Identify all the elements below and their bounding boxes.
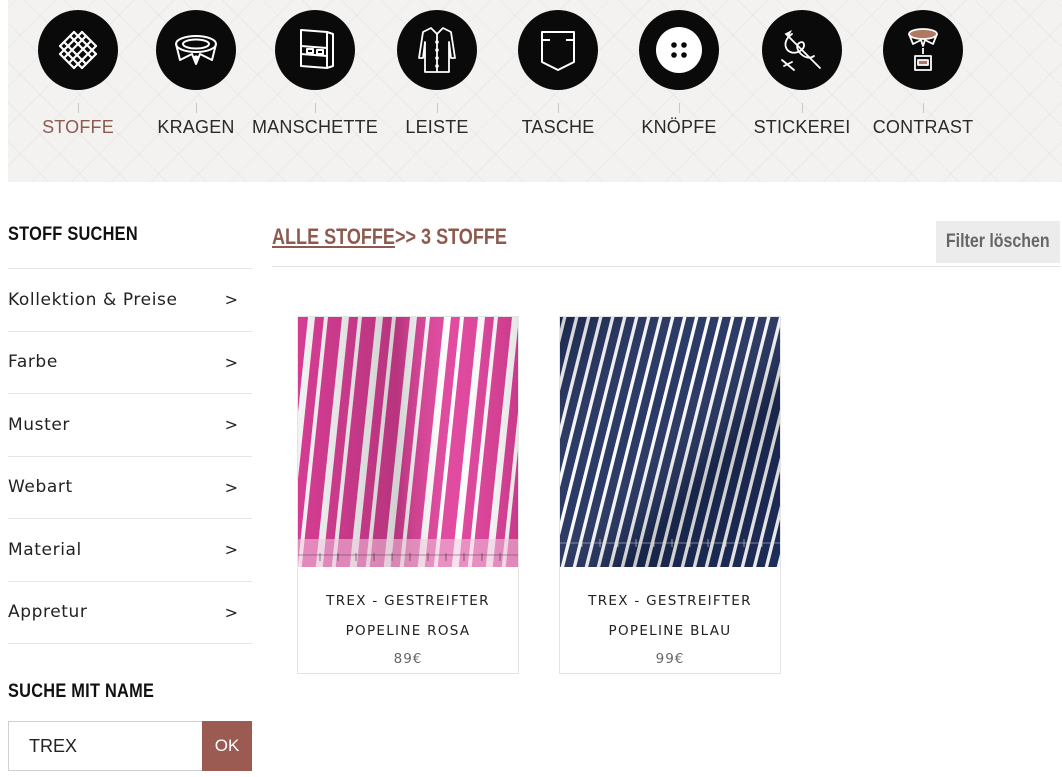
fabric-weave-icon: [38, 10, 118, 90]
step-leiste[interactable]: LEISTE: [367, 0, 507, 150]
needle-embroidery-icon: [762, 10, 842, 90]
filter-label: Muster: [8, 414, 71, 435]
filter-material[interactable]: Material >: [8, 519, 252, 582]
fabric-swatch-image: [560, 317, 780, 567]
step-label: MANSCHETTE: [251, 117, 378, 137]
filter-label: Kollektion & Preise: [8, 289, 178, 310]
step-contrast[interactable]: CONTRAST: [853, 0, 993, 150]
customization-steps-bar: STOFFE KRAGEN MANSCHETTE LEISTE TASCHE K…: [8, 0, 1062, 182]
shirt-placket-icon: [397, 10, 477, 90]
step-label: LEISTE: [405, 117, 469, 137]
search-ok-button[interactable]: OK: [202, 721, 252, 771]
step-label: TASCHE: [521, 117, 595, 137]
step-label: KNÖPFE: [641, 117, 717, 137]
filter-label: Farbe: [8, 352, 58, 373]
step-divider-tick: [78, 103, 79, 113]
collar-icon: [156, 10, 236, 90]
step-divider-tick: [558, 103, 559, 113]
fabric-swatch-image: [298, 317, 518, 567]
results-header: ALLE STOFFE>> 3 STOFFE Filter löschen: [272, 220, 1060, 267]
filter-collection-price[interactable]: Kollektion & Preise >: [8, 269, 252, 332]
product-card[interactable]: TREX - GESTREIFTER POPELINE ROSA 89€: [297, 316, 519, 674]
step-stickerei[interactable]: STICKEREI: [732, 0, 872, 150]
chevron-right-icon: >: [224, 540, 238, 560]
step-divider-tick: [923, 103, 924, 113]
chevron-right-icon: >: [224, 477, 238, 497]
clear-filter-label: Filter löschen: [946, 231, 1050, 252]
name-search-form: OK: [8, 721, 252, 771]
step-knoepfe[interactable]: KNÖPFE: [609, 0, 749, 150]
step-divider-tick: [437, 103, 438, 113]
chevron-right-icon: >: [224, 290, 238, 310]
product-name-line2: POPELINE ROSA: [345, 623, 471, 639]
filter-label: Webart: [8, 477, 73, 498]
filter-sidebar: STOFF SUCHEN Kollektion & Preise > Farbe…: [8, 220, 252, 644]
product-card[interactable]: TREX - GESTREIFTER POPELINE BLAU 99€: [559, 316, 781, 674]
sidebar-title: STOFF SUCHEN: [8, 224, 138, 245]
breadcrumb-all-fabrics-link[interactable]: ALLE STOFFE: [272, 224, 395, 249]
chevron-right-icon: >: [224, 602, 238, 622]
search-by-name-title: SUCHE MIT NAME: [8, 681, 155, 702]
step-manschette[interactable]: MANSCHETTE: [245, 0, 385, 150]
product-name: TREX - GESTREIFTER POPELINE BLAU: [560, 586, 780, 646]
chevron-right-icon: >: [224, 352, 238, 372]
pocket-icon: [518, 10, 598, 90]
filter-color[interactable]: Farbe >: [8, 332, 252, 394]
product-name-line1: TREX - GESTREIFTER: [326, 593, 490, 609]
filter-weave[interactable]: Webart >: [8, 457, 252, 519]
filter-pattern[interactable]: Muster >: [8, 394, 252, 457]
step-label: CONTRAST: [872, 117, 974, 137]
cuff-icon: [275, 10, 355, 90]
filter-finish[interactable]: Appretur >: [8, 582, 252, 644]
product-name: TREX - GESTREIFTER POPELINE ROSA: [298, 586, 518, 646]
product-name-line1: TREX - GESTREIFTER: [588, 593, 752, 609]
product-price: 89€: [393, 651, 423, 667]
step-divider-tick: [802, 103, 803, 113]
step-divider-tick: [315, 103, 316, 113]
chevron-right-icon: >: [224, 415, 238, 435]
breadcrumb-count: >> 3 STOFFE: [394, 224, 507, 249]
contrast-collar-icon: [883, 10, 963, 90]
filter-label: Material: [8, 539, 82, 560]
step-divider-tick: [196, 103, 197, 113]
product-price: 99€: [655, 651, 685, 667]
breadcrumb: ALLE STOFFE>> 3 STOFFE: [272, 224, 507, 250]
step-tasche[interactable]: TASCHE: [488, 0, 628, 150]
filter-list: Kollektion & Preise > Farbe > Muster > W…: [8, 268, 252, 644]
name-search-input[interactable]: [8, 721, 202, 771]
product-name-line2: POPELINE BLAU: [608, 623, 732, 639]
step-divider-tick: [679, 103, 680, 113]
filter-label: Appretur: [8, 602, 88, 623]
step-label: STICKEREI: [753, 117, 851, 137]
clear-filter-button[interactable]: Filter löschen: [936, 221, 1060, 263]
button-icon: [639, 10, 719, 90]
